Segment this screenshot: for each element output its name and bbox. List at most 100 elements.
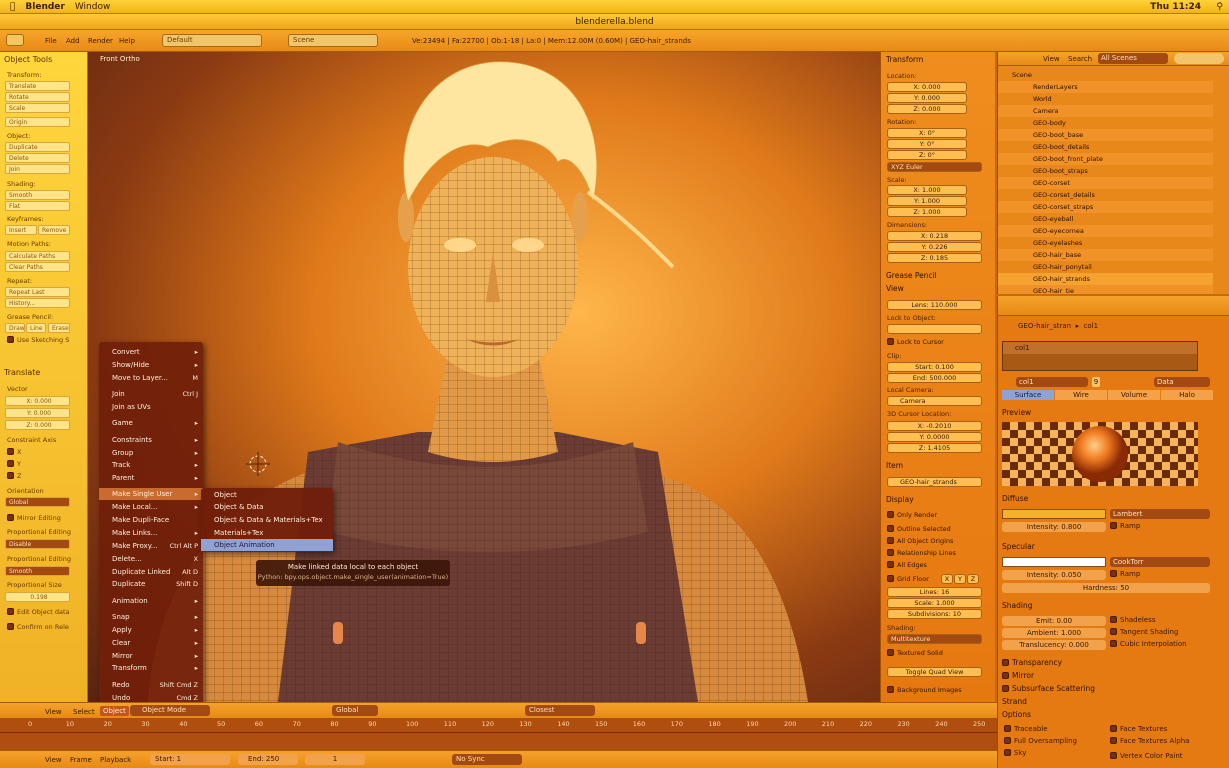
- clear-paths-button[interactable]: Clear Paths: [5, 262, 70, 272]
- location-x-field[interactable]: X: 0.000: [887, 82, 967, 92]
- grid-lines-field[interactable]: Lines: 16: [887, 587, 982, 597]
- material-name-field[interactable]: col1: [1016, 377, 1088, 387]
- diffuse-shader-select[interactable]: Lambert: [1110, 509, 1210, 519]
- outliner-view-menu[interactable]: View: [1043, 55, 1060, 63]
- erase-button[interactable]: Erase: [48, 323, 70, 333]
- shadeless-checkbox[interactable]: Shadeless: [1110, 616, 1155, 624]
- outliner-row-geo-boot-base[interactable]: GEO-boot_base: [998, 129, 1213, 141]
- diffuse-ramp-checkbox[interactable]: Ramp: [1110, 522, 1140, 530]
- spotlight-icon[interactable]: ⚲: [1216, 2, 1223, 12]
- sky-checkbox[interactable]: Sky: [1004, 749, 1026, 757]
- background-images-panel[interactable]: Background Images: [887, 686, 962, 694]
- flat-button[interactable]: Flat: [5, 201, 70, 211]
- menu-item-join-as-uvs[interactable]: Join as UVs: [99, 401, 203, 413]
- repeat-last-button[interactable]: Repeat Last: [5, 287, 70, 297]
- diffuse-color-swatch[interactable]: [1002, 509, 1106, 519]
- menu-item-make-proxy[interactable]: Make Proxy... Ctrl Alt P: [99, 540, 203, 552]
- scale-button[interactable]: Scale: [5, 103, 70, 113]
- outliner-row-geo-hair-tie[interactable]: GEO-hair_tie: [998, 285, 1213, 294]
- outliner-row-geo-hair-strands[interactable]: GEO-hair_strands: [998, 273, 1213, 285]
- menu-item-transform[interactable]: Transform ▸: [99, 662, 203, 674]
- outliner-row-scene[interactable]: Scene: [998, 69, 1213, 81]
- rotate-button[interactable]: Rotate: [5, 92, 70, 102]
- object-tools-title[interactable]: Object Tools: [4, 55, 52, 64]
- specular-ramp-checkbox[interactable]: Ramp: [1110, 570, 1140, 578]
- material-link-select[interactable]: Data: [1154, 377, 1210, 387]
- menu-item-convert[interactable]: Convert ▸: [99, 346, 203, 358]
- mirror-editing-checkbox[interactable]: Mirror Editing: [7, 514, 61, 522]
- outliner-row-geo-eyecornea[interactable]: GEO-eyecornea: [998, 225, 1213, 237]
- preview-panel-header[interactable]: Preview: [1002, 408, 1031, 417]
- menu-item-track[interactable]: Track ▸: [99, 459, 203, 471]
- cursor-y-field[interactable]: Y: 0.0000: [887, 432, 982, 442]
- grid-axis-z-toggle[interactable]: Z: [967, 574, 979, 584]
- material-slot-col1[interactable]: col1: [1003, 342, 1197, 354]
- scene-field[interactable]: Scene: [288, 34, 378, 47]
- shading-panel-header[interactable]: Shading: [1002, 601, 1032, 610]
- calculate-paths-button[interactable]: Calculate Paths: [5, 251, 70, 261]
- vertex-color-paint-checkbox[interactable]: Vertex Color Paint: [1110, 752, 1183, 760]
- menu-item-show-hide[interactable]: Show/Hide ▸: [99, 359, 203, 371]
- lens-field[interactable]: Lens: 110.000: [887, 300, 982, 310]
- breadcrumb-object[interactable]: GEO-hair_stran: [1018, 322, 1071, 330]
- breadcrumb-material[interactable]: col1: [1084, 322, 1099, 330]
- menu-add[interactable]: Add: [66, 37, 80, 45]
- delete-button[interactable]: Delete: [5, 153, 70, 163]
- display-panel-header[interactable]: Display: [886, 495, 914, 504]
- duplicate-button[interactable]: Duplicate: [5, 142, 70, 152]
- proportional-editing-select[interactable]: Disable: [5, 539, 70, 549]
- lock-to-cursor-checkbox[interactable]: Lock to Cursor: [887, 338, 944, 346]
- menu-item-make-single-user[interactable]: Make Single User ▸: [99, 488, 203, 500]
- rotation-mode-select[interactable]: XYZ Euler: [887, 162, 982, 172]
- view-panel-header[interactable]: View: [886, 284, 904, 293]
- timeline[interactable]: 0 10 20 30 40 50 60 70 80 90 100 110 120 130 140 150 160…: [0, 718, 997, 750]
- submenu-item-object-data[interactable]: Object & Data: [201, 501, 333, 513]
- outliner-row-geo-boot-details[interactable]: GEO-boot_details: [998, 141, 1213, 153]
- specular-panel-header[interactable]: Specular: [1002, 542, 1035, 551]
- outliner-row-geo-boot-front-plate[interactable]: GEO-boot_front_plate: [998, 153, 1213, 165]
- outliner-row-geo-corset-straps[interactable]: GEO-corset_straps: [998, 201, 1213, 213]
- tab-halo[interactable]: Halo: [1161, 390, 1213, 400]
- outliner-row-geo-eyelashes[interactable]: GEO-eyelashes: [998, 237, 1213, 249]
- material-users-count[interactable]: 9: [1092, 377, 1100, 387]
- translate-button[interactable]: Translate: [5, 81, 70, 91]
- menu-item-animation[interactable]: Animation ▸: [99, 595, 203, 607]
- outline-selected-checkbox[interactable]: Outline Selected: [887, 525, 951, 533]
- location-z-field[interactable]: Z: 0.000: [887, 104, 967, 114]
- menu-item-snap[interactable]: Snap ▸: [99, 611, 203, 623]
- outliner-row-geo-hair-ponytail[interactable]: GEO-hair_ponytail: [998, 261, 1213, 273]
- axis-y-checkbox[interactable]: Y: [7, 460, 21, 468]
- menu-item-apply[interactable]: Apply ▸: [99, 624, 203, 636]
- grid-axis-y-toggle[interactable]: Y: [954, 574, 966, 584]
- hardness-field[interactable]: Hardness: 50: [1002, 583, 1210, 593]
- axis-x-checkbox[interactable]: X: [7, 448, 21, 456]
- outliner-row-geo-corset-details[interactable]: GEO-corset_details: [998, 189, 1213, 201]
- use-sketching-checkbox[interactable]: Use Sketching S: [7, 336, 69, 344]
- diffuse-panel-header[interactable]: Diffuse: [1002, 494, 1028, 503]
- grease-pencil-panel-header[interactable]: Grease Pencil: [886, 271, 937, 280]
- vector-z-field[interactable]: Z: 0.000: [5, 420, 70, 430]
- history-button[interactable]: History...: [5, 298, 70, 308]
- item-panel-header[interactable]: Item: [886, 461, 903, 470]
- traceable-checkbox[interactable]: Traceable: [1004, 725, 1048, 733]
- face-textures-checkbox[interactable]: Face Textures: [1110, 725, 1167, 733]
- menu-item-group[interactable]: Group ▸: [99, 447, 203, 459]
- relationship-lines-checkbox[interactable]: Relationship Lines: [887, 549, 956, 557]
- timeline-playback-menu[interactable]: Playback: [100, 756, 131, 764]
- origin-button[interactable]: Origin: [5, 117, 70, 127]
- rotation-x-field[interactable]: X: 0°: [887, 128, 967, 138]
- translate-operator-title[interactable]: Translate: [4, 368, 40, 377]
- all-edges-checkbox[interactable]: All Edges: [887, 561, 927, 569]
- orientation-select[interactable]: Global: [5, 497, 70, 507]
- menu-item-constraints[interactable]: Constraints ▸: [99, 434, 203, 446]
- grid-axis-x-toggle[interactable]: X: [941, 574, 953, 584]
- submenu-item-object-data-materials[interactable]: Object & Data & Materials+Tex: [201, 514, 333, 526]
- select-menu[interactable]: Select: [73, 708, 95, 716]
- menu-item-join[interactable]: Join Ctrl J: [99, 388, 203, 400]
- menu-item-delete[interactable]: Delete... X: [99, 553, 203, 565]
- local-camera-field[interactable]: Camera: [887, 396, 982, 406]
- grid-floor-checkbox[interactable]: Grid Floor: [887, 575, 929, 583]
- end-frame-field[interactable]: End: 250: [238, 754, 298, 765]
- options-panel-header[interactable]: Options: [1002, 710, 1031, 719]
- cursor-x-field[interactable]: X: -0.2010: [887, 421, 982, 431]
